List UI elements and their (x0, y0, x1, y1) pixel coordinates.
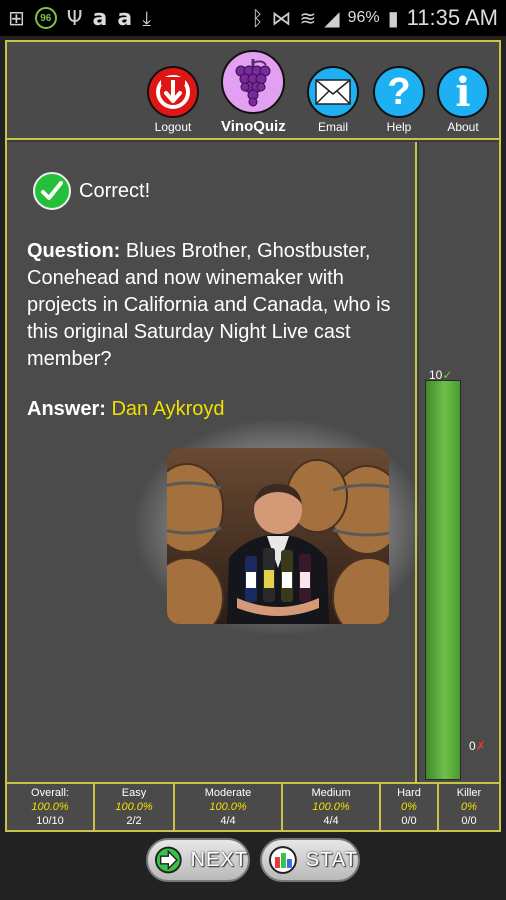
bar-chart-icon (268, 846, 297, 874)
stat-score: 10/10 (36, 815, 64, 827)
app-title: VinoQuiz (221, 118, 286, 135)
clock: 11:35 AM (406, 5, 498, 30)
about-label: About (447, 120, 479, 134)
about-button[interactable]: i About (437, 66, 489, 134)
stat-score: 0/0 (461, 815, 477, 827)
stat-percent: 100.0% (312, 801, 350, 813)
header-toolbar: Logout VinoQuiz Email ? Help i About (7, 42, 499, 140)
badge-icon: 96 (34, 7, 57, 29)
stat-score: 2/2 (126, 815, 142, 827)
stat-moderate: Moderate 100.0% 4/4 (175, 784, 283, 830)
stat-percent: 100.0% (31, 801, 69, 813)
answer-line: Answer: Dan Aykroyd (27, 398, 225, 421)
next-button[interactable]: NEXT (146, 838, 250, 882)
stat-killer: Killer 0% 0/0 (439, 784, 499, 830)
usb-icon: Ψ (66, 6, 83, 30)
wrong-count: 0✗ (469, 739, 486, 753)
question-mark-icon: ? (373, 66, 425, 118)
answer-value: Dan Aykroyd (111, 398, 225, 420)
download-icon: ⤓ (142, 6, 152, 30)
result-status: Correct! (33, 172, 150, 210)
help-label: Help (386, 120, 412, 134)
bluetooth-icon: ᛒ (251, 6, 264, 30)
wifi-icon: ≋ (299, 6, 317, 30)
stat-percent: 100.0% (115, 801, 153, 813)
stat-name: Moderate (204, 787, 252, 799)
stat-hard: Hard 0% 0/0 (381, 784, 439, 830)
progress-bar-fill (426, 381, 460, 779)
stat-overall: Overall: 100.0% 10/10 (7, 784, 95, 830)
stats-row: Overall: 100.0% 10/10 Easy 100.0% 2/2 Mo… (7, 782, 499, 830)
email-label: Email (317, 120, 348, 134)
stat-label: STAT (305, 848, 358, 871)
logout-label: Logout (154, 120, 192, 134)
stat-name: Easy (121, 787, 147, 799)
progress-bar (425, 380, 461, 780)
question-text: Question: Blues Brother, Ghostbuster, Co… (27, 238, 417, 373)
arrow-right-icon (154, 846, 182, 874)
wrong-count-value: 0 (469, 739, 476, 753)
signal-icon: ◢ (324, 6, 340, 30)
status-bar: ⊞ 96 Ψ a a ⤓ ᛒ ⋈ ≋ ◢ 96% ▮ 11:35 AM (0, 0, 506, 36)
result-status-text: Correct! (79, 179, 151, 202)
info-icon: i (437, 66, 489, 118)
stat-name: Killer (456, 787, 482, 799)
stat-percent: 0% (401, 801, 417, 813)
quiz-frame: Logout VinoQuiz Email ? Help i About Cor… (5, 40, 501, 832)
amazon-icon-2: a (117, 5, 133, 31)
grapes-icon (221, 50, 286, 114)
logout-icon (147, 66, 199, 118)
envelope-icon (307, 66, 359, 118)
mute-icon: ⋈ (271, 6, 292, 30)
result-panel: Correct! Question: Blues Brother, Ghostb… (7, 142, 425, 782)
help-button[interactable]: ? Help (373, 66, 425, 134)
question-prefix: Question: (27, 240, 121, 262)
battery-percent: 96% (347, 9, 380, 26)
x-small-icon: ✗ (475, 739, 486, 753)
battery-icon: ▮ (387, 6, 399, 30)
amazon-icon: a (92, 5, 108, 31)
stat-name: Overall: (31, 787, 69, 799)
stat-name: Medium (311, 787, 351, 799)
checkmark-icon (33, 172, 71, 210)
stat-name: Hard (397, 787, 421, 799)
stat-easy: Easy 100.0% 2/2 (95, 784, 175, 830)
stat-percent: 100.0% (209, 801, 247, 813)
stat-medium: Medium 100.0% 4/4 (283, 784, 381, 830)
stat-score: 0/0 (401, 815, 417, 827)
stat-score: 4/4 (220, 815, 236, 827)
answer-photo (167, 448, 389, 624)
vinoquiz-home-button[interactable]: VinoQuiz (221, 50, 286, 135)
add-notification-icon: ⊞ (8, 6, 25, 30)
stat-percent: 0% (461, 801, 477, 813)
stat-button[interactable]: STAT (260, 838, 360, 882)
next-label: NEXT (190, 848, 248, 871)
answer-prefix: Answer: (27, 398, 106, 420)
stat-score: 4/4 (323, 815, 339, 827)
app-root: Logout VinoQuiz Email ? Help i About Cor… (0, 36, 506, 900)
progress-sidebar: 10✓ 0✗ (419, 142, 499, 782)
email-button[interactable]: Email (307, 66, 359, 134)
logout-button[interactable]: Logout (147, 66, 199, 134)
